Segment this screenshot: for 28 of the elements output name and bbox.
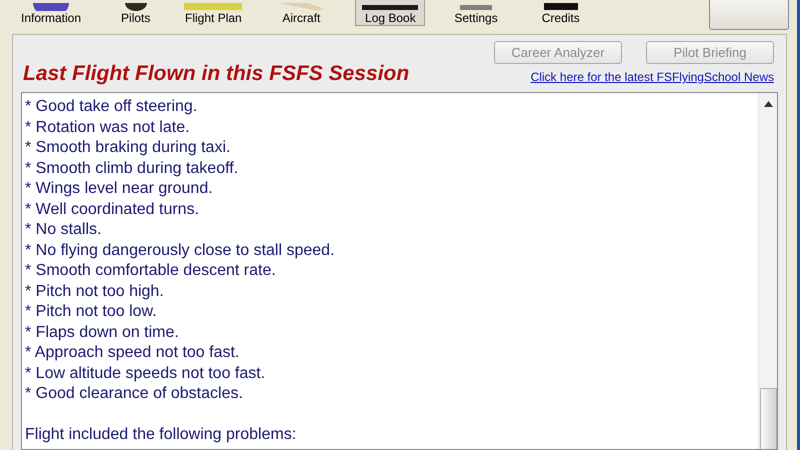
log-line: * Low altitude speeds not too fast. (25, 364, 266, 384)
scroll-thumb[interactable] (760, 388, 776, 449)
log-line: * Smooth braking during taxi. (25, 138, 232, 158)
problems-heading: Flight included the following problems: (25, 425, 298, 445)
log-line: * Flaps down on time. (25, 322, 180, 342)
scrollbar[interactable] (758, 93, 777, 449)
log-line: * No stalls. (25, 220, 102, 240)
toolbar-button[interactable]: Aircraft (271, 0, 332, 26)
toolbar-button[interactable]: Credits (534, 0, 587, 26)
log-line: * Smooth comfortable descent rate. (25, 261, 277, 281)
log-line: * Well coordinated turns. (25, 200, 200, 220)
log-line: * Pitch not too low. (25, 302, 158, 322)
toolbar-button[interactable]: Pilots (114, 0, 158, 26)
news-link[interactable]: Click here for the latest FSFlyingSchool News (530, 70, 774, 86)
toolbar-button[interactable]: Settings (447, 0, 505, 26)
toolbar-button[interactable]: Log Book (355, 0, 426, 26)
log-line: * Rotation was not late. (25, 118, 191, 138)
toolbar-button[interactable]: Information (14, 0, 88, 26)
log-line: * Good take off steering. (25, 97, 198, 117)
log-line: * Good clearance of obstacles. (25, 384, 244, 404)
toolbar-button[interactable]: Flight Plan (177, 0, 250, 26)
log-line: * Approach speed not too fast. (25, 343, 240, 363)
section-title: Last Flight Flown in this FSFS Session (22, 62, 410, 86)
log-line: * Wings level near ground. (25, 179, 214, 199)
log-line: * No flying dangerously close to stall speed. (25, 240, 336, 260)
log-line: * Pitch not too high. (25, 282, 165, 302)
scroll-up-icon[interactable] (764, 101, 772, 107)
log-line: * Smooth climb during takeoff. (25, 158, 240, 178)
